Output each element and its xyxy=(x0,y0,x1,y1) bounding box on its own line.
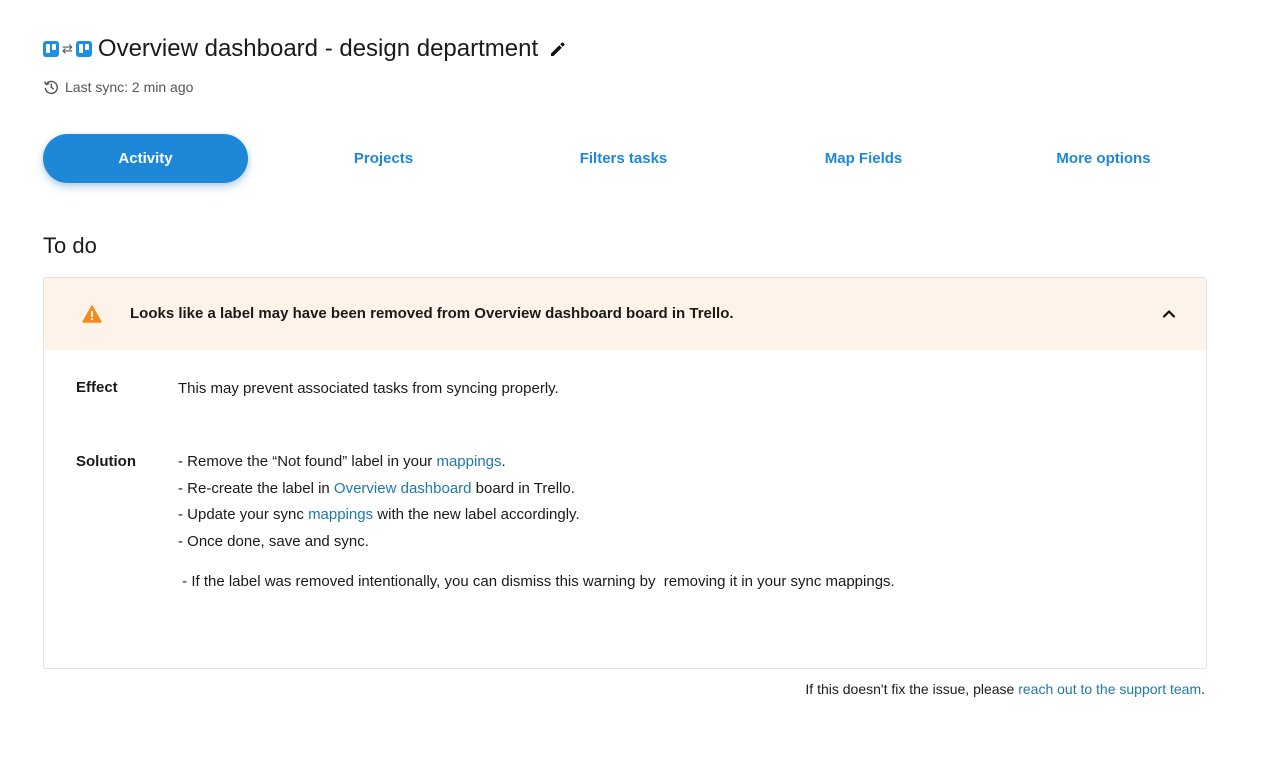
last-sync-text: Last sync: 2 min ago xyxy=(65,79,194,95)
section-title: To do xyxy=(43,233,97,258)
trello-board-icon xyxy=(75,41,92,57)
warning-message: Looks like a label may have been removed… xyxy=(130,305,734,322)
pencil-icon[interactable] xyxy=(548,39,568,59)
page-header: ⇄ Overview dashboard - design department xyxy=(43,32,568,66)
warning-header[interactable]: Looks like a label may have been removed… xyxy=(44,278,1206,350)
tab-projects[interactable]: Projects xyxy=(281,134,486,183)
chevron-up-icon[interactable] xyxy=(1160,305,1178,323)
solution-step: - Re-create the label in Overview dashbo… xyxy=(178,476,895,503)
effect-text: This may prevent associated tasks from s… xyxy=(178,380,559,397)
history-icon xyxy=(43,79,59,95)
support-note-text: If this doesn't fix the issue, please xyxy=(805,681,1019,697)
sync-mappings-link[interactable]: mappings xyxy=(308,506,373,523)
solution-step: - Update your sync mappings with the new… xyxy=(178,502,895,529)
tab-bar: Activity Projects Filters tasks Map Fiel… xyxy=(43,134,1208,183)
tab-activity[interactable]: Activity xyxy=(43,134,248,183)
step-text: - Remove the “Not found” label in your xyxy=(178,453,437,470)
step-text: . xyxy=(501,453,506,470)
tab-more-options[interactable]: More options xyxy=(1001,134,1206,183)
warning-triangle-icon xyxy=(82,305,102,323)
support-note: If this doesn't fix the issue, please re… xyxy=(805,681,1205,697)
trello-board-icon xyxy=(43,41,59,57)
step-text: board in Trello. xyxy=(471,479,575,497)
mappings-link[interactable]: mappings xyxy=(436,453,501,470)
step-text: - Update your sync xyxy=(178,506,309,523)
step-text: with the new label accordingly. xyxy=(373,506,580,523)
effect-label: Effect xyxy=(76,379,118,396)
last-sync-status: Last sync: 2 min ago xyxy=(43,79,193,95)
swap-arrows-icon: ⇄ xyxy=(62,41,73,56)
solution-step: - Remove the “Not found” label in your m… xyxy=(178,449,895,476)
solution-note: - If the label was removed intentionally… xyxy=(178,573,895,590)
solution-label: Solution xyxy=(76,453,136,470)
support-note-text: . xyxy=(1201,681,1205,697)
step-text: - Re-create the label in xyxy=(178,479,334,497)
page: ⇄ Overview dashboard - design department… xyxy=(0,0,1278,761)
tab-map-fields[interactable]: Map Fields xyxy=(761,134,966,183)
overview-dashboard-link[interactable]: Overview dashboard xyxy=(334,480,472,497)
tab-filters-tasks[interactable]: Filters tasks xyxy=(521,134,726,183)
support-team-link[interactable]: reach out to the support team xyxy=(1018,681,1201,697)
solution-step: - Once done, save and sync. xyxy=(178,532,369,550)
page-title: Overview dashboard - design department xyxy=(97,35,539,62)
warning-card: Looks like a label may have been removed… xyxy=(43,277,1207,669)
solution-steps: - Remove the “Not found” label in your m… xyxy=(178,449,895,596)
